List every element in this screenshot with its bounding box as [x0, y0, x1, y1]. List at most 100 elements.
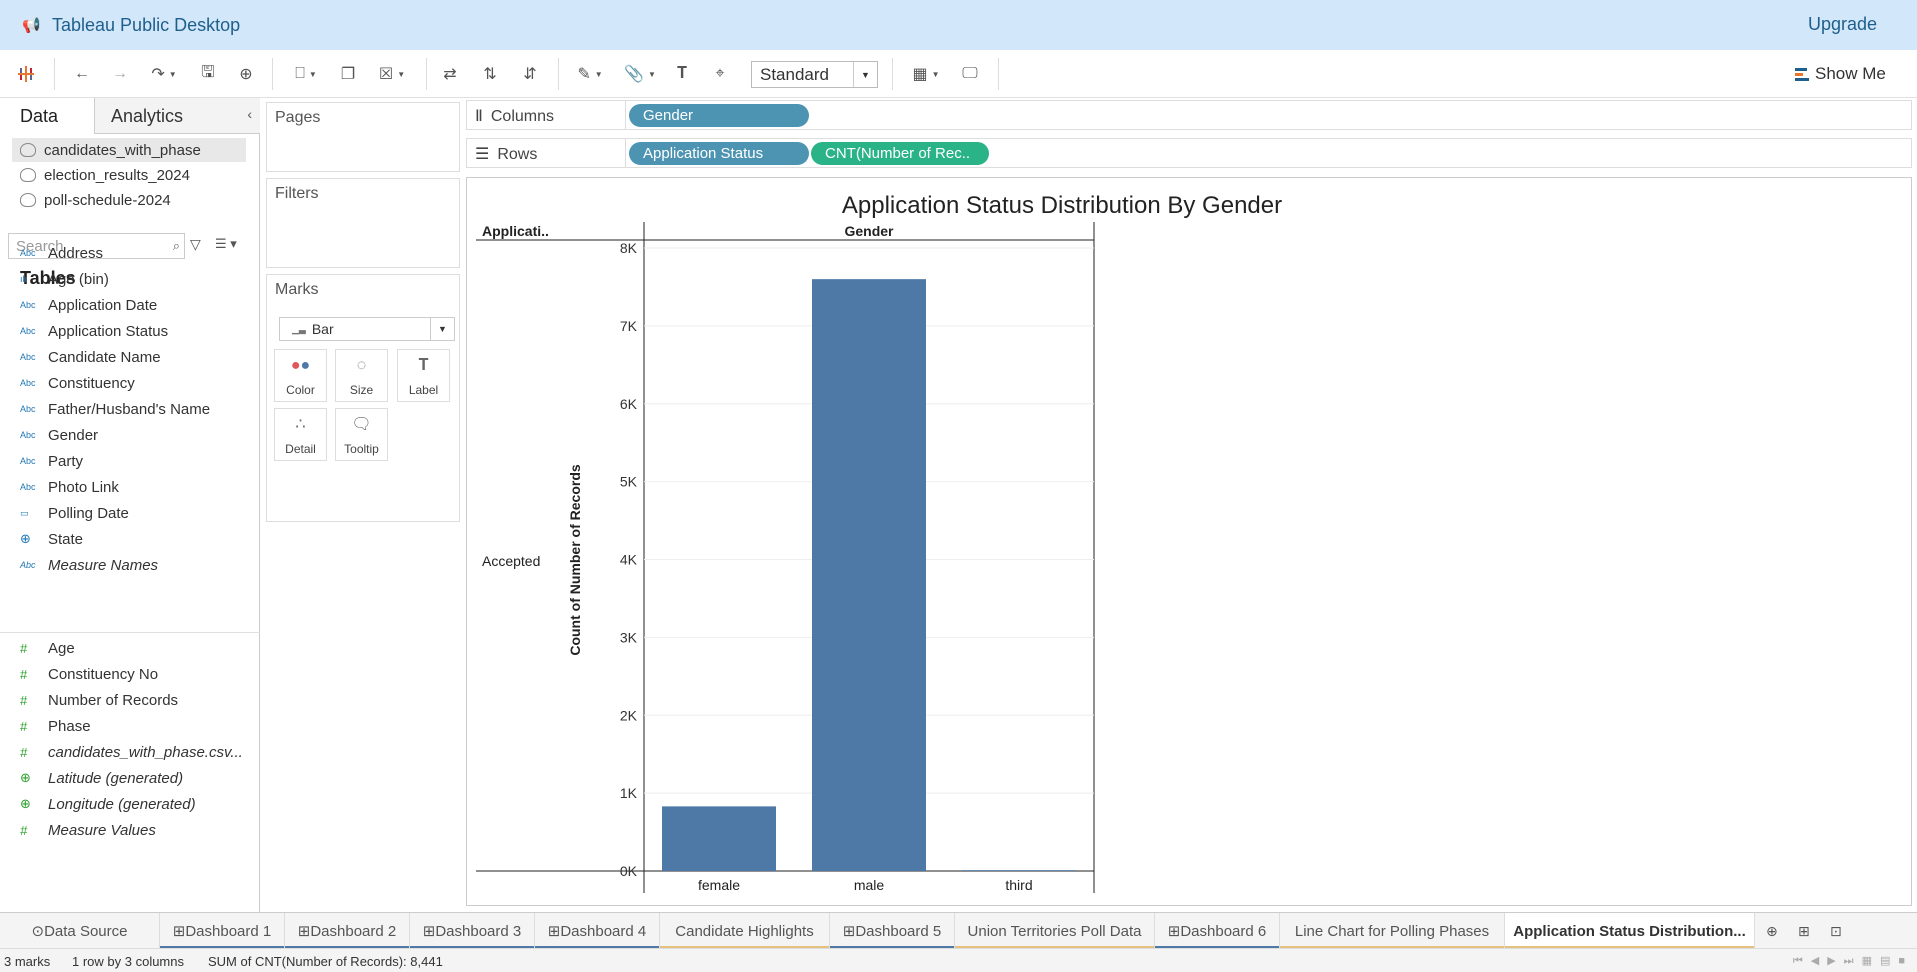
tooltip-label: Tooltip	[344, 442, 379, 456]
datasource-item[interactable]: election_results_2024	[12, 163, 246, 187]
field-item[interactable]: Abc Candidate Name	[20, 344, 250, 370]
field-item[interactable]: ⊕ Longitude (generated)	[20, 791, 250, 817]
tab-data[interactable]: Data	[0, 98, 95, 134]
tooltip-button[interactable]: 🗨 Tooltip	[335, 408, 388, 461]
pages-card[interactable]: Pages	[266, 102, 460, 172]
field-item[interactable]: ⊕ Latitude (generated)	[20, 765, 250, 791]
rows-label-text: Rows	[497, 146, 538, 163]
highlight-icon[interactable]: ✎ ▼	[572, 62, 608, 86]
pages-title: Pages	[275, 109, 321, 126]
sheet-tab[interactable]: ⊞ Dashboard 2	[285, 913, 410, 949]
presentation-mode-icon[interactable]: 🖵	[958, 62, 982, 86]
new-datasource-icon[interactable]: ⊕	[234, 62, 258, 86]
sort-ascending-icon[interactable]: ⇅	[478, 62, 502, 86]
tab-analytics[interactable]: Analytics	[95, 98, 260, 134]
field-item[interactable]: Abc Address	[20, 240, 250, 266]
field-item[interactable]: # Phase	[20, 713, 250, 739]
field-item[interactable]: # Measure Values	[20, 817, 250, 843]
pill-application-status[interactable]: Application Status	[629, 142, 809, 165]
datasource-item[interactable]: poll-schedule-2024	[12, 188, 246, 212]
sheet-tab[interactable]: ⊞ Dashboard 6	[1155, 913, 1280, 949]
detail-label: Detail	[285, 442, 316, 456]
mark-type-select[interactable]: ▁▃ Bar ▼	[279, 317, 455, 341]
status-sum: SUM of CNT(Number of Records): 8,441	[208, 954, 443, 969]
sheet-tab[interactable]: Application Status Distribution...	[1505, 913, 1755, 949]
replay-icon[interactable]: ↷ ▼	[146, 62, 182, 86]
color-icon: ●●	[290, 357, 311, 374]
datasource-icon	[20, 143, 36, 157]
viz-canvas[interactable]: Application Status Distribution By Gende…	[466, 177, 1912, 906]
field-type-icon: #	[20, 692, 28, 708]
clear-sheet-icon[interactable]: ☒ ▼	[372, 62, 412, 86]
bar-chart: Applicati.. Gender Accepted Count of Number…	[476, 222, 1095, 893]
undo-icon[interactable]: ←	[70, 62, 94, 86]
field-item[interactable]: Abc Application Status	[20, 318, 250, 344]
new-story-tab-icon[interactable]: ⊡	[1830, 923, 1842, 940]
field-item[interactable]: Abc Photo Link	[20, 474, 250, 500]
sheet-tab-label: Line Chart for Polling Phases	[1294, 922, 1490, 940]
columns-shelf[interactable]: Ⅱ Columns Gender	[466, 100, 1912, 130]
pin-icon[interactable]: ⌖	[708, 62, 732, 86]
field-item[interactable]: # Age	[20, 635, 250, 661]
pill-cnt-number-of-records[interactable]: CNT(Number of Rec..	[811, 142, 989, 165]
field-item[interactable]: Abc Application Date	[20, 292, 250, 318]
field-item[interactable]: ⊕ State	[20, 526, 250, 552]
sheet-navigation-icons[interactable]: ⏮◀▶⏭▦▤■	[1793, 954, 1913, 968]
field-item[interactable]: Abc Father/Husband's Name	[20, 396, 250, 422]
detail-button[interactable]: ∴ Detail	[274, 408, 327, 461]
color-button[interactable]: ●● Color	[274, 349, 327, 402]
field-item[interactable]: Abc Constituency	[20, 370, 250, 396]
field-item[interactable]: ılı Age (bin)	[20, 266, 250, 292]
field-item[interactable]: # Number of Records	[20, 687, 250, 713]
field-item[interactable]: Abc Party	[20, 448, 250, 474]
new-dashboard-tab-icon[interactable]: ⊞	[1798, 923, 1810, 940]
field-item[interactable]: Abc Gender	[20, 422, 250, 448]
filters-card[interactable]: Filters	[266, 178, 460, 268]
sheet-tab[interactable]: ⊞ Dashboard 3	[410, 913, 535, 949]
megaphone-icon: 📢	[22, 17, 41, 34]
sheet-tabs-bar: ⊙ Data Source ⊞ Dashboard 1 ⊞ Dashboard 2 ⊞…	[0, 912, 1917, 949]
save-icon[interactable]: 🖫	[196, 62, 220, 86]
group-members-icon[interactable]: 📎 ▼	[620, 62, 660, 86]
duplicate-sheet-icon[interactable]: ❐	[336, 62, 360, 86]
sheet-tab[interactable]: ⊞ Dashboard 1	[160, 913, 285, 949]
size-button[interactable]: ◌ Size	[335, 349, 388, 402]
field-item[interactable]: # Constituency No	[20, 661, 250, 687]
sort-descending-icon[interactable]: ⇵	[518, 62, 542, 86]
field-item[interactable]: ▭ Polling Date	[20, 500, 250, 526]
sheet-tab-label: Dashboard 4	[560, 922, 647, 940]
sheet-tab[interactable]: Line Chart for Polling Phases	[1280, 913, 1505, 949]
rows-shelf[interactable]: ☰ Rows Application Status CNT(Number of R…	[466, 138, 1912, 168]
sheet-tab[interactable]: Union Territories Poll Data	[955, 913, 1155, 949]
fit-select[interactable]: Standard ▼	[751, 61, 878, 88]
field-label: Longitude (generated)	[48, 795, 196, 813]
show-mark-labels-icon[interactable]: 𝐓	[670, 62, 694, 86]
label-label: Label	[408, 383, 439, 397]
collapse-pane-icon[interactable]: ‹	[247, 106, 252, 122]
upgrade-link[interactable]: Upgrade	[1808, 14, 1877, 35]
bar-chart-icon: ▁▃	[292, 323, 306, 334]
new-worksheet-tab-icon[interactable]: ⊕	[1766, 923, 1778, 940]
sheet-tab-label: Union Territories Poll Data	[967, 922, 1142, 940]
datasource-item[interactable]: candidates_with_phase	[12, 138, 246, 162]
field-type-icon: #	[20, 822, 28, 838]
show-cards-icon[interactable]: ▦ ▼	[906, 62, 946, 86]
field-label: Photo Link	[48, 478, 119, 496]
divider	[0, 632, 260, 633]
sheet-tab[interactable]: ⊞ Dashboard 4	[535, 913, 660, 949]
show-me-button[interactable]: Show Me	[1795, 64, 1886, 84]
field-type-icon: Abc	[20, 456, 36, 466]
field-label: Latitude (generated)	[48, 769, 184, 787]
sheet-tab[interactable]: ⊞ Dashboard 5	[830, 913, 955, 949]
field-item[interactable]: # candidates_with_phase.csv...	[20, 739, 250, 765]
sheet-tab[interactable]: ⊙ Data Source	[0, 913, 160, 949]
pill-gender[interactable]: Gender	[629, 104, 809, 127]
label-button[interactable]: 𝐓 Label	[397, 349, 450, 402]
field-item[interactable]: Abc Measure Names	[20, 552, 250, 578]
swap-axes-icon[interactable]: ⇄	[438, 62, 462, 86]
redo-icon[interactable]: →	[108, 62, 132, 86]
new-worksheet-icon[interactable]: ⎕ ▼	[286, 62, 326, 86]
y-tick-label: 5K	[620, 474, 638, 490]
tableau-logo-icon[interactable]	[14, 62, 38, 86]
sheet-tab[interactable]: Candidate Highlights	[660, 913, 830, 949]
